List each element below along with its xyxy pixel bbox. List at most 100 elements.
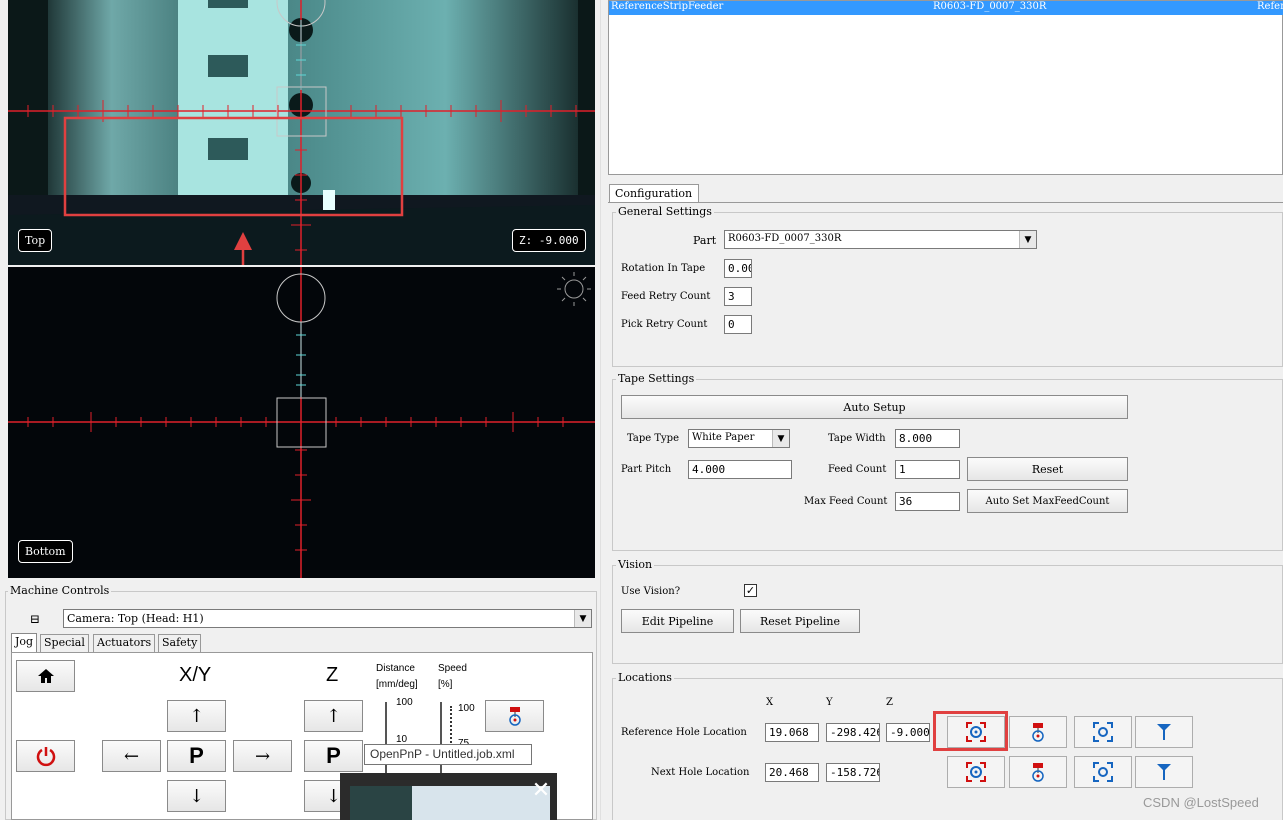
reset-button[interactable]: Reset: [967, 457, 1128, 481]
reset-pipeline-button[interactable]: Reset Pipeline: [740, 609, 860, 633]
auto-setup-button[interactable]: Auto Setup: [621, 395, 1128, 419]
camera-select[interactable]: Camera: Top (Head: H1) ▼: [63, 609, 592, 628]
bottom-camera-view[interactable]: Bottom: [8, 267, 595, 578]
tape-width-label: Tape Width: [828, 433, 886, 444]
part-pitch-input[interactable]: 4.000: [688, 460, 792, 479]
collapse-icon[interactable]: ⊟: [30, 612, 40, 626]
arrow-right-icon: →: [254, 745, 271, 767]
chevron-down-icon[interactable]: ▼: [1019, 231, 1036, 248]
speed-ticks: [450, 706, 458, 746]
nozzle-icon: [1032, 723, 1044, 742]
splitter[interactable]: [600, 0, 608, 820]
park-xy-button[interactable]: P: [167, 740, 226, 772]
auto-set-max-feed-button[interactable]: Auto Set MaxFeedCount: [967, 489, 1128, 513]
jog-z-plus-button[interactable]: ↑: [304, 700, 363, 732]
jog-x-plus-button[interactable]: →: [233, 740, 292, 772]
reference-hole-z-input[interactable]: -9.000: [886, 723, 930, 742]
chevron-down-icon[interactable]: ▼: [772, 430, 789, 447]
jog-y-plus-button[interactable]: ↑: [167, 700, 226, 732]
edit-pipeline-button[interactable]: Edit Pipeline: [621, 609, 734, 633]
jog-y-minus-button[interactable]: ↓: [167, 780, 226, 812]
z-readout: Z: -9.000: [512, 229, 586, 252]
speed-slider[interactable]: [440, 702, 442, 782]
tab-safety[interactable]: Safety: [158, 634, 202, 652]
tab-actuators[interactable]: Actuators: [93, 634, 156, 652]
move-tool-to-location-button[interactable]: [1135, 756, 1193, 788]
watermark: CSDN @LostSpeed: [1143, 795, 1259, 810]
nozzle-icon: [1032, 763, 1044, 782]
z-column-label: Z: [886, 697, 893, 708]
z-label: Z: [326, 664, 339, 686]
rotation-input[interactable]: 0.00: [724, 259, 752, 278]
top-camera-label: Top: [18, 229, 53, 252]
tab-special[interactable]: Special: [40, 634, 89, 652]
bottom-camera-image: [8, 267, 595, 578]
pick-retry-label: Pick Retry Count: [621, 319, 708, 330]
reference-hole-label: Reference Hole Location: [621, 727, 747, 738]
next-hole-label: Next Hole Location: [651, 767, 750, 778]
camera-capture-icon: [966, 722, 986, 742]
use-vision-checkbox[interactable]: ✓: [744, 584, 757, 597]
jog-x-minus-button[interactable]: ←: [102, 740, 161, 772]
arrow-left-icon: ←: [123, 745, 140, 767]
feeder-ref-cell: Refer: [1257, 1, 1283, 12]
funnel-icon: [1157, 764, 1171, 780]
power-button[interactable]: [16, 740, 75, 772]
vision-legend: Vision: [616, 558, 655, 571]
power-icon: [36, 747, 55, 767]
table-row[interactable]: ReferenceStripFeeder R0603-FD_0007_330R …: [609, 1, 1283, 15]
tape-type-select[interactable]: White Paper ▼: [688, 429, 790, 448]
distance-unit: [mm/deg]: [376, 679, 418, 690]
capture-tool-location-button[interactable]: [1009, 756, 1067, 788]
pick-retry-input[interactable]: 0: [724, 315, 752, 334]
camera-capture-icon: [966, 762, 986, 782]
capture-camera-location-button[interactable]: [947, 756, 1005, 788]
arrow-up-icon: ↑: [325, 705, 342, 727]
capture-tool-location-button[interactable]: [1009, 716, 1067, 748]
max-feed-count-input[interactable]: 36: [895, 492, 960, 511]
close-icon[interactable]: ✕: [528, 777, 554, 803]
use-vision-label: Use Vision?: [621, 586, 681, 597]
thumbnail-preview: [350, 786, 550, 820]
nozzle-button[interactable]: [485, 700, 544, 732]
tab-jog[interactable]: Jog: [11, 633, 38, 653]
part-label: Part: [693, 234, 717, 247]
move-camera-to-location-button[interactable]: [1074, 756, 1132, 788]
feeder-type-cell: ReferenceStripFeeder: [611, 1, 724, 12]
next-hole-x-input[interactable]: 20.468: [765, 763, 819, 782]
chevron-down-icon[interactable]: ▼: [574, 610, 591, 627]
feed-count-input[interactable]: 1: [895, 460, 960, 479]
general-settings-legend: General Settings: [616, 205, 714, 218]
bottom-camera-label: Bottom: [18, 540, 73, 563]
y-column-label: Y: [826, 697, 833, 708]
speed-label: Speed: [438, 663, 467, 674]
tape-width-input[interactable]: 8.000: [895, 429, 960, 448]
camera-select-value: Camera: Top (Head: H1): [67, 612, 204, 625]
reference-hole-y-input[interactable]: -298.426: [826, 723, 880, 742]
center-camera-icon: [1093, 762, 1113, 782]
distance-slider[interactable]: [385, 702, 387, 782]
tooltip: OpenPnP - Untitled.job.xml: [364, 744, 532, 765]
speed-tick: 100: [458, 703, 475, 714]
move-tool-to-location-button[interactable]: [1135, 716, 1193, 748]
thumbnail-camera: [350, 786, 412, 820]
taskbar-thumbnail[interactable]: ✕: [340, 773, 557, 820]
park-z-button[interactable]: P: [304, 740, 363, 772]
move-camera-to-location-button[interactable]: [1074, 716, 1132, 748]
funnel-icon: [1157, 724, 1171, 740]
next-hole-y-input[interactable]: -158.726: [826, 763, 880, 782]
distance-tick: 100: [396, 697, 413, 708]
home-button[interactable]: [16, 660, 75, 692]
top-camera-view[interactable]: Top Z: -9.000: [8, 0, 595, 265]
feed-retry-input[interactable]: 3: [724, 287, 752, 306]
machine-controls-legend: Machine Controls: [8, 584, 112, 597]
capture-camera-location-button[interactable]: [947, 716, 1005, 748]
reference-hole-x-input[interactable]: 19.068: [765, 723, 819, 742]
speed-unit: [%]: [438, 679, 453, 690]
top-camera-image: [8, 0, 595, 265]
part-select[interactable]: R0603-FD_0007_330R ▼: [724, 230, 1037, 249]
feeder-part-cell: R0603-FD_0007_330R: [933, 1, 1047, 12]
feed-retry-label: Feed Retry Count: [621, 291, 711, 302]
tab-configuration[interactable]: Configuration: [609, 184, 699, 202]
arrow-down-icon: ↓: [188, 785, 205, 807]
